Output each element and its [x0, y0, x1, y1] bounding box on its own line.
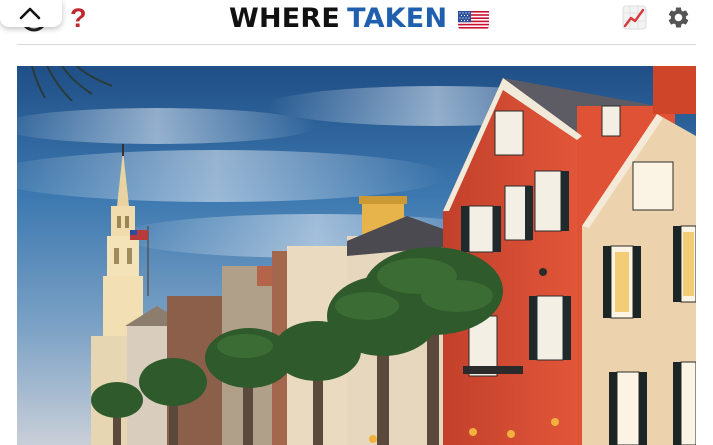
collapse-tab[interactable]	[0, 0, 62, 27]
app-title: WHERE TAKEN	[229, 1, 490, 35]
right-toolbar	[622, 5, 691, 30]
brand-taken: TAKEN	[347, 2, 448, 34]
chevron-up-icon	[19, 7, 41, 20]
brand-where: WHERE	[229, 2, 341, 34]
help-icon[interactable]: ?	[70, 1, 87, 35]
settings-icon[interactable]	[666, 5, 691, 30]
top-bar: ? WHERE TAKEN	[0, 0, 713, 44]
us-flag-icon	[458, 8, 490, 29]
header-divider	[17, 44, 696, 45]
street-photo	[17, 66, 696, 445]
stats-icon[interactable]	[622, 5, 647, 30]
